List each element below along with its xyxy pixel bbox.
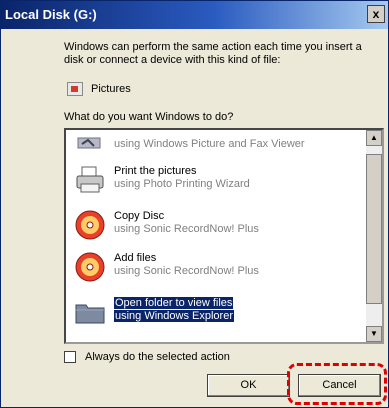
list-item[interactable]: using Windows Picture and Fax Viewer [70,130,360,158]
disc-icon [75,210,105,240]
action-list[interactable]: using Windows Picture and Fax Viewer Pri… [64,128,384,344]
always-do-checkbox[interactable] [64,351,76,363]
autoplay-dialog: Local Disk (G:) x Windows can perform th… [0,0,389,408]
folder-icon [75,304,105,324]
question-label: What do you want Windows to do? [64,111,234,123]
title-bar[interactable]: Local Disk (G:) x [1,1,388,29]
list-scrollbar[interactable]: ▲ ▼ [366,130,382,342]
list-item[interactable]: Copy Disc using Sonic RecordNow! Plus [70,205,360,245]
disc-icon [75,252,105,282]
scroll-thumb[interactable] [366,154,382,304]
close-button[interactable]: x [367,5,385,23]
list-item[interactable]: Add files using Sonic RecordNow! Plus [70,247,360,287]
picture-viewer-icon [77,137,101,149]
description-text: Windows can perform the same action each… [64,41,362,66]
action-subtitle: using Sonic RecordNow! Plus [114,223,259,235]
action-subtitle: using Windows Picture and Fax Viewer [114,138,305,150]
action-subtitle: using Windows Explorer [114,310,234,322]
scroll-up-icon[interactable]: ▲ [366,130,382,146]
pictures-icon [67,82,83,96]
cancel-highlight-annotation [287,363,387,405]
action-title: Open folder to view files [114,297,234,309]
ok-button[interactable]: OK [207,374,290,397]
checkbox-label: Always do the selected action [85,351,230,363]
action-subtitle: using Sonic RecordNow! Plus [114,265,259,277]
action-title: Print the pictures [114,165,197,177]
content-type-label: Pictures [91,83,131,95]
action-subtitle: using Photo Printing Wizard [114,178,250,190]
action-title: Add files [114,252,157,264]
window-title: Local Disk (G:) [5,7,97,22]
scroll-down-icon[interactable]: ▼ [366,326,382,342]
printer-icon [76,166,104,193]
action-title: Copy Disc [114,210,165,222]
list-item[interactable]: Print the pictures using Photo Printing … [70,160,360,200]
list-item-selected[interactable]: Open folder to view files using Windows … [70,292,360,332]
